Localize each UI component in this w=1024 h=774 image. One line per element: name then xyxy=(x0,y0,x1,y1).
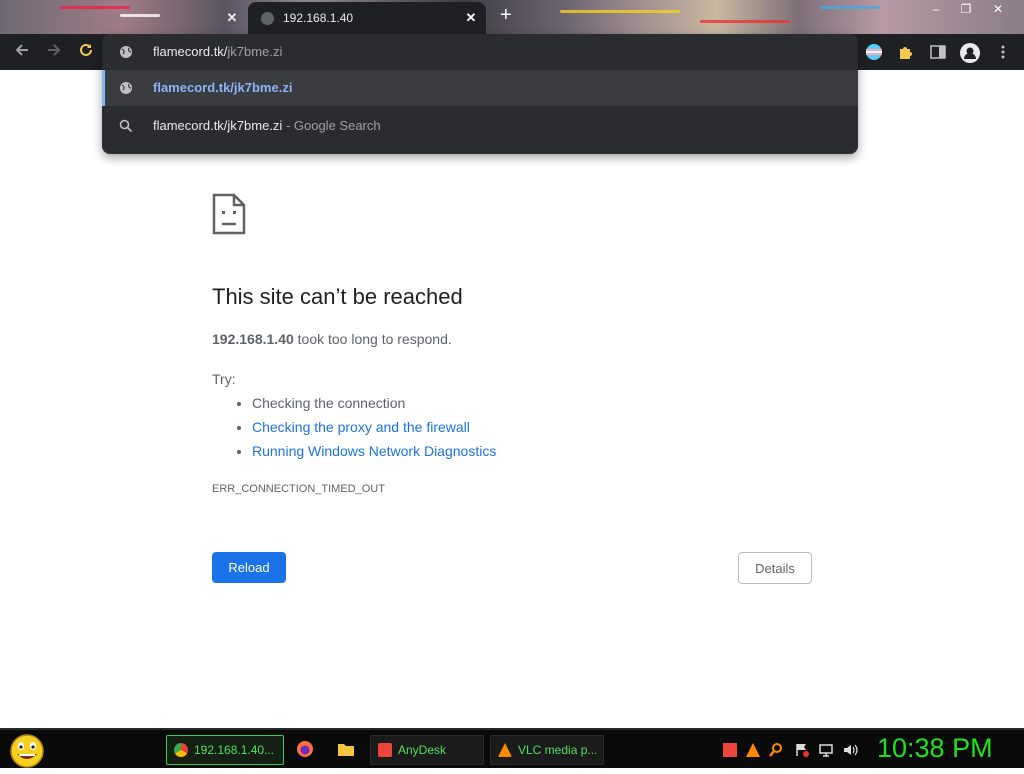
error-host: 192.168.1.40 xyxy=(212,331,294,347)
tab-label: 192.168.1.40 xyxy=(283,11,354,25)
page-title: This site can’t be reached xyxy=(212,284,463,309)
search-tray-icon[interactable] xyxy=(768,742,784,758)
profile-flag-icon[interactable] xyxy=(865,43,883,61)
tab-inactive[interactable]: ✕ xyxy=(0,2,248,34)
selection-indicator xyxy=(102,70,105,106)
reload-icon[interactable] xyxy=(76,42,96,62)
anydesk-tray-icon[interactable] xyxy=(722,742,738,758)
try-label: Try: xyxy=(212,371,236,387)
close-icon[interactable]: ✕ xyxy=(463,10,479,26)
error-summary-text: took too long to respond. xyxy=(293,331,452,347)
globe-icon xyxy=(261,12,274,25)
taskbar: 192.168.1.40... AnyDesk VLC media p... 1… xyxy=(0,728,1024,768)
chrome-icon xyxy=(174,743,188,757)
taskbar-item-label: AnyDesk xyxy=(398,743,447,757)
tab-active[interactable]: 192.168.1.40 ✕ xyxy=(248,2,486,34)
taskbar-item-label: 192.168.1.40... xyxy=(194,743,275,757)
side-panel-icon[interactable] xyxy=(929,43,947,61)
volume-icon[interactable] xyxy=(842,742,858,758)
suggestion-text: Checking the connection xyxy=(252,395,406,411)
menu-icon[interactable] xyxy=(994,43,1012,61)
title-bar: ✕ 192.168.1.40 ✕ + – ❐ ✕ xyxy=(0,0,1024,34)
suggestion-label: flamecord.tk/jk7bme.zi - Google Search xyxy=(153,118,381,133)
vlc-icon xyxy=(498,743,512,757)
suggestion-list: Checking the connection Checking the pro… xyxy=(232,394,496,466)
taskbar-clock[interactable]: 10:38 PM xyxy=(877,733,993,764)
suggestion-query: flamecord.tk/jk7bme.zi xyxy=(153,118,283,133)
autocomplete-text: jk7bme.zi xyxy=(227,44,283,59)
list-item[interactable]: Running Windows Network Diagnostics xyxy=(252,442,496,466)
network-diagnostics-link[interactable]: Running Windows Network Diagnostics xyxy=(252,443,496,459)
taskbar-item-anydesk[interactable]: AnyDesk xyxy=(370,735,484,765)
close-icon[interactable]: ✕ xyxy=(224,10,240,26)
anydesk-icon xyxy=(378,743,392,757)
extensions-icon[interactable] xyxy=(897,43,915,61)
error-summary: 192.168.1.40 took too long to respond. xyxy=(212,331,452,347)
maximize-icon[interactable]: ❐ xyxy=(956,2,976,16)
address-bar[interactable]: flamecord.tk/jk7bme.zi xyxy=(102,34,858,70)
address-input[interactable]: flamecord.tk/jk7bme.zi xyxy=(153,44,282,59)
start-smiley-icon[interactable] xyxy=(8,733,46,769)
wallpaper-streak xyxy=(560,10,680,13)
new-tab-button[interactable]: + xyxy=(500,4,512,27)
suggestion-suffix: - Google Search xyxy=(282,118,381,133)
close-window-icon[interactable]: ✕ xyxy=(988,2,1008,16)
sad-page-icon xyxy=(212,193,246,240)
account-icon[interactable] xyxy=(960,43,980,63)
action-center-flag-icon[interactable] xyxy=(794,742,810,758)
taskbar-item-chrome[interactable]: 192.168.1.40... xyxy=(166,735,284,765)
reload-button[interactable]: Reload xyxy=(212,552,286,583)
typed-text: flamecord.tk/ xyxy=(153,44,228,59)
forward-icon[interactable] xyxy=(44,42,64,62)
firefox-icon[interactable] xyxy=(296,740,314,758)
back-icon[interactable] xyxy=(12,42,32,62)
suggestion-search[interactable]: flamecord.tk/jk7bme.zi - Google Search xyxy=(102,108,858,144)
list-item[interactable]: Checking the proxy and the firewall xyxy=(252,418,496,442)
wallpaper-streak xyxy=(700,20,790,23)
folder-icon[interactable] xyxy=(337,740,355,758)
error-code: ERR_CONNECTION_TIMED_OUT xyxy=(212,483,385,495)
search-icon xyxy=(119,119,133,133)
details-button[interactable]: Details xyxy=(738,552,812,584)
proxy-firewall-link[interactable]: Checking the proxy and the firewall xyxy=(252,419,470,435)
network-icon[interactable] xyxy=(818,742,834,758)
omnibox-dropdown: flamecord.tk/jk7bme.zi flamecord.tk/jk7b… xyxy=(102,34,858,154)
minimize-icon[interactable]: – xyxy=(926,2,946,16)
taskbar-item-label: VLC media p... xyxy=(518,743,598,757)
vlc-tray-icon[interactable] xyxy=(745,742,761,758)
globe-icon xyxy=(119,45,133,59)
globe-icon xyxy=(119,81,133,95)
taskbar-item-vlc[interactable]: VLC media p... xyxy=(490,735,604,765)
wallpaper-streak xyxy=(820,6,880,9)
list-item: Checking the connection xyxy=(252,394,496,418)
suggestion-label: flamecord.tk/jk7bme.zi xyxy=(153,80,293,95)
suggestion-url[interactable]: flamecord.tk/jk7bme.zi xyxy=(102,70,858,106)
